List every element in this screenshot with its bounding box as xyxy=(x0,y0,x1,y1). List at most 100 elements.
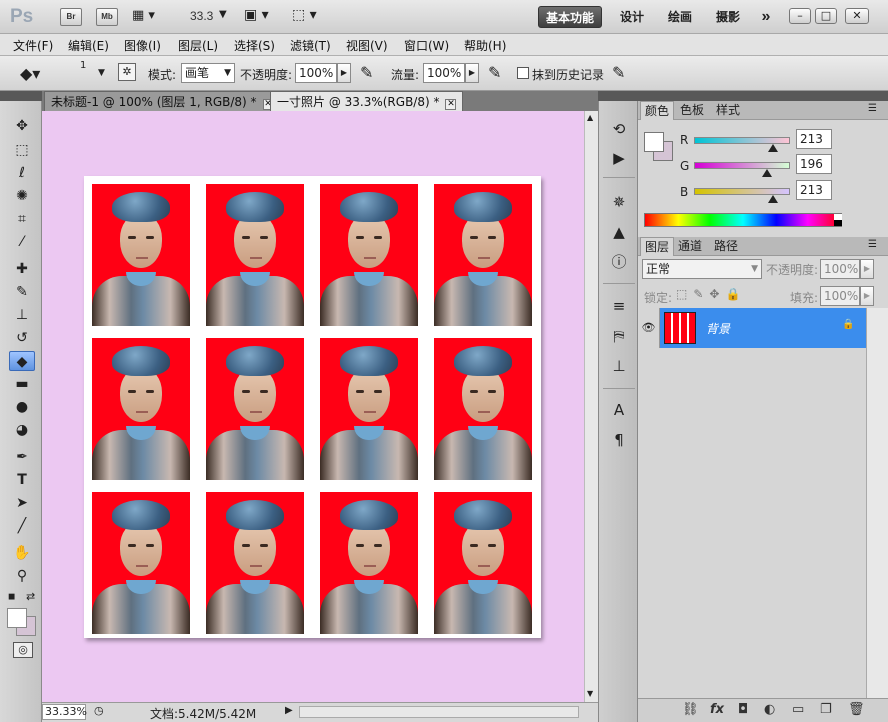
tab-color[interactable]: 颜色 xyxy=(640,101,675,120)
flow-slider-arrow[interactable]: ▶ xyxy=(465,63,479,83)
menu-layer[interactable]: 图层(L) xyxy=(178,37,218,54)
zoom-dropdown-icon[interactable]: ▼ xyxy=(219,9,227,20)
channel-b-slider[interactable] xyxy=(694,188,790,203)
clone-stamp-tool-icon[interactable]: ⊥ xyxy=(9,305,35,325)
airbrush-icon[interactable]: ✎ xyxy=(488,63,501,82)
line-tool-icon[interactable]: ╱ xyxy=(9,516,35,536)
tablet-pressure-opacity-icon[interactable]: ✎ xyxy=(360,63,373,82)
layer-style-icon[interactable]: fx xyxy=(710,702,724,717)
channel-g-slider[interactable] xyxy=(694,162,790,177)
3d-panel-icon[interactable]: ✵ xyxy=(608,191,630,213)
adjustment-layer-icon[interactable]: ◐ xyxy=(764,702,775,717)
layer-opacity-arrow[interactable]: ▶ xyxy=(860,259,874,279)
vertical-scrollbar[interactable]: ▲ ▼ xyxy=(584,111,598,702)
opacity-field[interactable]: 100% xyxy=(295,63,337,83)
color-spectrum-bar[interactable] xyxy=(644,213,842,227)
quick-mask-icon[interactable]: ◎ xyxy=(13,642,33,658)
layers-scrollbar[interactable] xyxy=(866,308,888,698)
eraser-tool-icon[interactable]: ◆ xyxy=(9,351,35,371)
workspace-photography[interactable]: 摄影 xyxy=(708,6,748,28)
foreground-color-chip[interactable] xyxy=(644,132,664,152)
info-panel-icon[interactable]: ⓘ xyxy=(608,251,630,273)
zoom-tool-icon[interactable]: ⚲ xyxy=(9,566,35,586)
lock-icons[interactable]: ⬚✎✥🔒 xyxy=(676,287,746,301)
zoom-level[interactable]: 33.3 xyxy=(190,9,213,23)
paragraph-panel-icon[interactable]: ¶ xyxy=(608,429,630,451)
menu-help[interactable]: 帮助(H) xyxy=(464,37,506,54)
brush-size[interactable]: 1 xyxy=(80,60,86,71)
eraser-preset-icon[interactable]: ◆▾ xyxy=(20,64,40,83)
more-workspaces-icon[interactable]: » xyxy=(754,6,778,28)
channel-b-thumb[interactable] xyxy=(768,195,779,203)
panel-menu-icon[interactable]: ☰ xyxy=(868,103,877,114)
hand-tool-icon[interactable]: ✋ xyxy=(9,543,35,563)
delete-layer-icon[interactable]: 🗑 xyxy=(848,702,865,717)
workspace-design[interactable]: 设计 xyxy=(612,6,652,28)
character-panel-icon[interactable]: A xyxy=(608,399,630,421)
blur-tool-icon[interactable]: ● xyxy=(9,397,35,417)
foreground-color-swatch[interactable] xyxy=(7,608,27,628)
channel-r-thumb[interactable] xyxy=(768,144,779,152)
close-button[interactable]: ✕ xyxy=(845,8,869,24)
new-group-icon[interactable]: ▭ xyxy=(792,702,804,717)
status-info-icon[interactable]: ◷ xyxy=(94,704,104,717)
close-tab-icon[interactable]: ✕ xyxy=(445,99,457,110)
restore-button[interactable]: □ xyxy=(815,8,837,24)
link-layers-icon[interactable]: ⛓ xyxy=(682,702,699,717)
path-selection-tool-icon[interactable]: ➤ xyxy=(9,493,35,513)
tablet-pressure-size-icon[interactable]: ✎ xyxy=(612,63,625,82)
arrange-documents-icon[interactable]: ▣ ▾ xyxy=(244,7,269,23)
channel-b-value[interactable]: 213 xyxy=(796,180,832,200)
history-panel-icon[interactable]: ⟲ xyxy=(608,118,630,140)
workspace-essentials[interactable]: 基本功能 xyxy=(538,6,602,28)
menu-file[interactable]: 文件(F) xyxy=(13,37,53,54)
screen-mode-icon[interactable]: ⬚ ▾ xyxy=(292,7,317,23)
status-menu-arrow[interactable]: ▶ xyxy=(285,705,293,716)
layers-panel-menu-icon[interactable]: ☰ xyxy=(868,239,877,250)
brush-picker-icon[interactable]: ▼ xyxy=(98,68,105,78)
menu-filter[interactable]: 滤镜(T) xyxy=(290,37,331,54)
gradient-tool-icon[interactable]: ▬ xyxy=(9,374,35,394)
layer-opacity-field[interactable]: 100% xyxy=(820,259,860,279)
minimize-button[interactable]: – xyxy=(789,8,811,24)
horizontal-scrollbar[interactable] xyxy=(299,706,579,718)
tab-layers[interactable]: 图层 xyxy=(640,237,675,256)
dodge-tool-icon[interactable]: ◕ xyxy=(9,420,35,440)
zoom-field[interactable]: 33.33% xyxy=(42,704,87,720)
menu-select[interactable]: 选择(S) xyxy=(234,37,275,54)
menu-window[interactable]: 窗口(W) xyxy=(404,37,449,54)
tab-styles[interactable]: 样式 xyxy=(712,101,744,120)
quick-selection-tool-icon[interactable]: ✺ xyxy=(9,186,35,206)
lasso-tool-icon[interactable]: ℓ xyxy=(9,163,35,183)
fill-field[interactable]: 100% xyxy=(820,286,860,306)
pen-tool-icon[interactable]: ✒ xyxy=(9,447,35,467)
new-layer-icon[interactable]: ❐ xyxy=(820,702,832,717)
type-tool-icon[interactable]: T xyxy=(9,470,35,490)
channel-g-thumb[interactable] xyxy=(762,169,773,177)
layer-name[interactable]: 背景 xyxy=(706,320,730,337)
channel-r-value[interactable]: 213 xyxy=(796,129,832,149)
crop-tool-icon[interactable]: ⌗ xyxy=(9,209,35,229)
scroll-down-icon[interactable]: ▼ xyxy=(587,689,593,698)
scroll-up-icon[interactable]: ▲ xyxy=(587,113,593,122)
menu-image[interactable]: 图像(I) xyxy=(124,37,161,54)
menu-view[interactable]: 视图(V) xyxy=(346,37,388,54)
black-white-swatch[interactable] xyxy=(834,214,842,226)
blend-mode-select[interactable]: 正常 ▼ xyxy=(642,259,762,279)
tab-untitled-1[interactable]: 未标题-1 @ 100% (图层 1, RGB/8) * ✕ xyxy=(44,91,281,111)
flow-field[interactable]: 100% xyxy=(423,63,465,83)
tab-id-photo[interactable]: 一寸照片 @ 33.3%(RGB/8) * ✕ xyxy=(270,91,464,111)
swap-colors-icon[interactable]: ⇄ xyxy=(26,590,35,603)
add-mask-icon[interactable]: ◘ xyxy=(738,702,748,717)
layer-row-background[interactable]: 👁 背景 🔒 xyxy=(638,308,866,348)
view-extras-icon[interactable]: ▦ ▾ xyxy=(132,8,164,26)
clone-source-icon[interactable]: ⛿ xyxy=(608,325,630,347)
opacity-slider-arrow[interactable]: ▶ xyxy=(337,63,351,83)
marquee-tool-icon[interactable]: ⬚ xyxy=(9,140,35,160)
channel-g-value[interactable]: 196 xyxy=(796,154,832,174)
brush-panel-icon[interactable]: ✲ xyxy=(118,63,136,81)
eyedropper-tool-icon[interactable]: ⁄ xyxy=(9,232,35,252)
channel-r-slider[interactable] xyxy=(694,137,790,152)
actions-panel-icon[interactable]: ▶ xyxy=(608,147,630,169)
tab-channels[interactable]: 通道 xyxy=(674,237,706,256)
